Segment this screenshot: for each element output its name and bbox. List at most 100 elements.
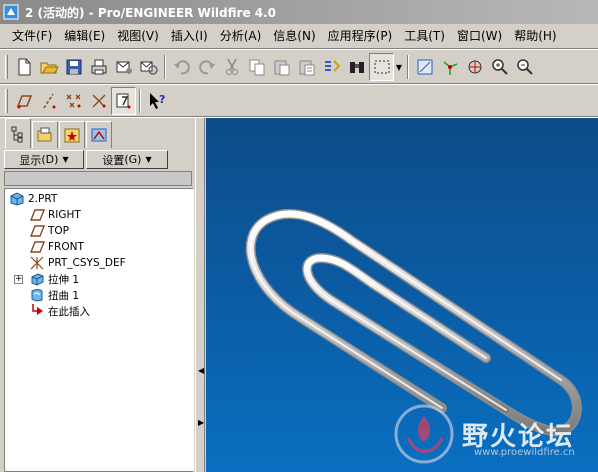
tree-item-right[interactable]: RIGHT [29,207,81,223]
menu-insert[interactable]: 插入(I) [165,26,214,46]
display-style-button[interactable] [412,53,437,81]
navigator-tabs [0,118,199,148]
tree-item-label: RIGHT [48,209,81,221]
spin-center-icon [443,61,457,75]
copy-icon [249,59,264,76]
tab-model-tree[interactable] [5,118,31,148]
tree-item-part[interactable]: 2.PRT [9,191,57,207]
settings-label: 设置 [102,153,125,167]
navigator-button-row: 显示 (D) ▼ 设置 (G) ▼ [4,150,192,169]
send-link-button[interactable] [136,53,161,81]
tab-connections[interactable] [86,121,112,148]
datum-plane-display-button[interactable] [11,87,36,115]
menu-help[interactable]: 帮助(H) [508,26,562,46]
paste-icon [274,60,289,76]
regenerate-icon [324,60,340,72]
context-help-icon: ? [149,93,165,109]
chevron-down-icon: ▼ [62,155,69,164]
regenerate-button[interactable] [319,53,344,81]
save-button[interactable] [61,53,86,81]
print-button[interactable] [86,53,111,81]
part-icon [10,192,24,206]
menu-edit[interactable]: 编辑(E) [58,26,111,46]
tree-item-front[interactable]: FRONT [29,239,84,255]
find-button[interactable] [344,53,369,81]
menu-tools[interactable]: 工具(T) [398,26,451,46]
cut-button[interactable] [219,53,244,81]
tree-item-label: TOP [48,225,70,237]
tree-item-label: 拉伸 1 [48,273,80,286]
show-menu-button[interactable]: 显示 (D) ▼ [4,150,84,169]
new-file-button[interactable] [11,53,36,81]
scissors-icon [225,58,238,75]
menu-window[interactable]: 窗口(W) [451,26,508,46]
window-title: 2 (活动的) - Pro/ENGINEER Wildfire 4.0 [25,5,277,20]
collapse-left-icon[interactable]: ◀ [198,366,204,375]
select-box-dropdown[interactable]: ▼ [394,53,404,81]
tree-item-extrude[interactable]: 拉伸 1 [29,271,79,287]
favorites-icon [64,128,80,143]
orient-button[interactable] [462,53,487,81]
tree-item-top[interactable]: TOP [29,223,69,239]
menu-file[interactable]: 文件(F) [6,26,58,46]
menu-info[interactable]: 信息(N) [267,26,321,46]
datum-plane-icon [29,209,45,221]
tree-item-label: 扭曲 1 [48,289,80,302]
insert-here-arrow-icon [32,304,43,315]
undo-button[interactable] [169,53,194,81]
datum-axis-display-button[interactable] [36,87,61,115]
folder-browser-icon [37,127,52,142]
menu-bar: 文件(F) 编辑(E) 视图(V) 插入(I) 分析(A) 信息(N) 应用程序… [0,25,598,47]
datum-plane-icon [29,241,45,253]
context-help-button[interactable]: ? [144,87,169,115]
paste-special-button[interactable] [294,53,319,81]
datum-toolbar: ? [0,84,598,118]
send-mail-button[interactable] [111,53,136,81]
display-style-icon [417,59,432,75]
csys-display-button[interactable] [86,87,111,115]
mail-link-icon [140,61,158,75]
toolbar-grip[interactable] [5,55,8,79]
graphics-window[interactable]: 野火论坛 www.proewildfire.cn [206,118,598,472]
toolbar-separator [164,55,166,79]
settings-menu-button[interactable]: 设置 (G) ▼ [86,150,168,169]
tree-filter-bar[interactable] [4,171,192,186]
connections-icon [91,128,107,142]
pane-splitter[interactable]: ◀ ▶ [195,118,205,472]
tree-item-label: 在此插入 [48,305,90,318]
expand-toggle[interactable]: + [14,275,23,284]
redo-icon [198,60,215,75]
menu-analysis[interactable]: 分析(A) [214,26,268,46]
paste-special-icon [299,60,314,76]
tree-item-label: PRT_CSYS_DEF [48,257,126,269]
toolbar-separator [139,89,141,113]
menu-view[interactable]: 视图(V) [111,26,165,46]
csys-display-icon [92,94,105,108]
spin-center-button[interactable] [437,53,462,81]
paste-button[interactable] [269,53,294,81]
datum-point-display-button[interactable] [61,87,86,115]
menu-applications[interactable]: 应用程序(P) [322,26,399,46]
tree-item-insert-here[interactable]: 在此插入 [29,303,90,319]
toolbar-grip[interactable] [5,89,8,113]
redo-button[interactable] [194,53,219,81]
tab-favorites[interactable] [59,121,85,148]
tree-item-csys[interactable]: PRT_CSYS_DEF [29,255,126,271]
tab-folder-browser[interactable] [32,121,58,148]
datum-axis-display-icon [42,93,55,109]
tree-item-warp[interactable]: 扭曲 1 [29,287,79,303]
binoculars-icon [349,62,364,73]
flame-logo-icon [394,404,454,464]
orient-icon [468,60,481,74]
annotation-display-button[interactable] [111,87,136,115]
save-disk-icon [66,59,81,75]
datum-point-display-icon [66,94,80,108]
copy-button[interactable] [244,53,269,81]
show-label: 显示 [19,153,42,167]
zoom-in-button[interactable] [487,53,512,81]
expand-right-icon[interactable]: ▶ [198,418,204,427]
open-file-button[interactable] [36,53,61,81]
zoom-out-button[interactable] [512,53,537,81]
select-box-button[interactable] [369,53,394,81]
forum-watermark: 野火论坛 www.proewildfire.cn [388,398,598,472]
